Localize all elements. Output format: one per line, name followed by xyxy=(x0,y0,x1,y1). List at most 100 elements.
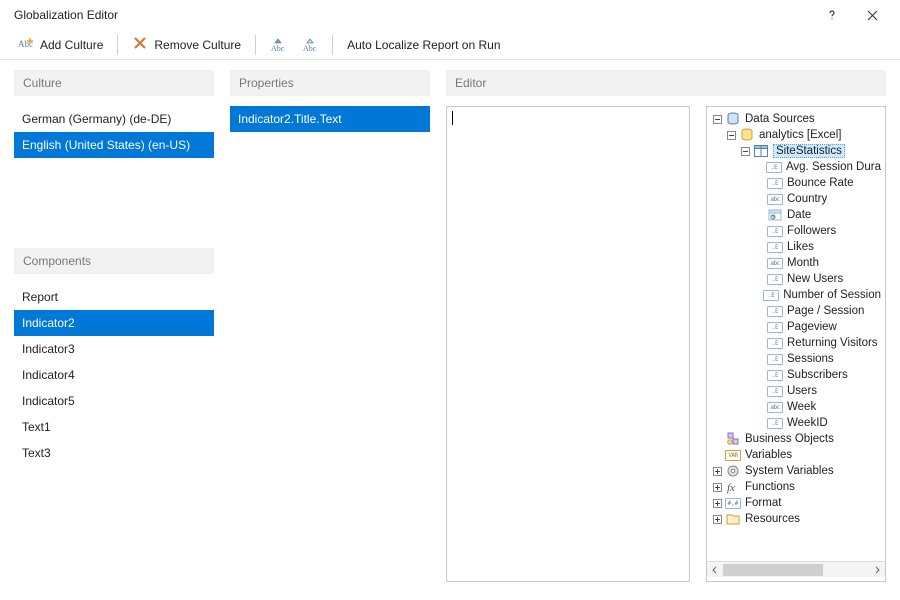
properties-header: Properties xyxy=(230,70,430,96)
localize-icon-button-2[interactable]: Abc xyxy=(294,33,326,57)
variables-icon: VAR xyxy=(725,447,741,463)
component-item[interactable]: Indicator3 xyxy=(14,336,214,362)
expand-icon xyxy=(753,385,765,397)
component-item[interactable]: Indicator5 xyxy=(14,388,214,414)
expand-icon[interactable] xyxy=(711,481,723,493)
collapse-icon[interactable] xyxy=(739,145,751,157)
toolbar-separator xyxy=(332,35,333,55)
culture-item[interactable]: German (Germany) (de-DE) xyxy=(14,106,214,132)
tree-node-label: Format xyxy=(745,497,781,509)
tree-node-label: WeekID xyxy=(787,417,828,429)
tree-node-label: Number of Session xyxy=(783,289,881,301)
remove-culture-icon xyxy=(132,35,148,54)
tree-node-label: Likes xyxy=(787,241,814,253)
expand-icon xyxy=(753,273,765,285)
components-list: ReportIndicator2Indicator3Indicator4Indi… xyxy=(14,284,214,466)
tree-node-field[interactable]: .ESessions xyxy=(707,351,885,367)
tree-node-label: Variables xyxy=(745,449,792,461)
tree-node-field[interactable]: .ESubscribers xyxy=(707,367,885,383)
culture-item[interactable]: English (United States) (en-US) xyxy=(14,132,214,158)
tree-node-label: analytics [Excel] xyxy=(759,129,841,141)
component-item[interactable]: Indicator4 xyxy=(14,362,214,388)
tree-node-label: Page / Session xyxy=(787,305,864,317)
tree-node-field[interactable]: abcMonth xyxy=(707,255,885,271)
tree-node-field[interactable]: .EPageview xyxy=(707,319,885,335)
tree-node-field[interactable]: .EPage / Session xyxy=(707,303,885,319)
window-title: Globalization Editor xyxy=(14,8,812,22)
numeric-field-icon: .E xyxy=(767,239,783,255)
collapse-icon[interactable] xyxy=(711,113,723,125)
component-item[interactable]: Report xyxy=(14,284,214,310)
numeric-field-icon: .E xyxy=(767,335,783,351)
tree-node-label: Month xyxy=(787,257,819,269)
tree-node-label: New Users xyxy=(787,273,843,285)
localize-icon-button-1[interactable]: Abc xyxy=(262,33,294,57)
horizontal-scrollbar[interactable] xyxy=(707,561,885,577)
tree-node-data-sources[interactable]: Data Sources xyxy=(707,111,885,127)
expand-icon xyxy=(753,241,765,253)
components-header: Components xyxy=(14,248,214,274)
svg-text:Abc: Abc xyxy=(271,44,285,53)
tree-node-label: Business Objects xyxy=(745,433,834,445)
tree-node-label: Followers xyxy=(787,225,836,237)
table-icon xyxy=(753,143,769,159)
expand-icon xyxy=(753,369,765,381)
culture-list: German (Germany) (de-DE)English (United … xyxy=(14,106,214,158)
expand-icon[interactable] xyxy=(711,465,723,477)
tree-node-functions[interactable]: fxFunctions xyxy=(707,479,885,495)
expand-icon xyxy=(753,305,765,317)
tree-node-label: System Variables xyxy=(745,465,834,477)
tree-node-resources[interactable]: Resources xyxy=(707,511,885,527)
tree-node-variables[interactable]: VAR Variables xyxy=(707,447,885,463)
component-item[interactable]: Text3 xyxy=(14,440,214,466)
svg-text:Abc: Abc xyxy=(303,44,317,53)
tree-node-sysvar[interactable]: System Variables xyxy=(707,463,885,479)
tree-node-datasource[interactable]: analytics [Excel] xyxy=(707,127,885,143)
close-button[interactable] xyxy=(852,0,892,30)
tree-node-field[interactable]: .ENumber of Session xyxy=(707,287,885,303)
property-item[interactable]: Indicator2.Title.Text xyxy=(230,106,430,132)
expand-icon[interactable] xyxy=(711,513,723,525)
tree-node-field[interactable]: .EReturning Visitors xyxy=(707,335,885,351)
tree-node-table[interactable]: SiteStatistics xyxy=(707,143,885,159)
collapse-icon[interactable] xyxy=(725,129,737,141)
tree-node-label: Resources xyxy=(745,513,800,525)
tree-node-field[interactable]: .E Followers xyxy=(707,223,885,239)
format-icon: #,# xyxy=(725,495,741,511)
add-culture-button[interactable]: Abc Add Culture xyxy=(10,31,111,58)
help-button[interactable] xyxy=(812,0,852,30)
component-item[interactable]: Indicator2 xyxy=(14,310,214,336)
expand-icon[interactable] xyxy=(711,497,723,509)
remove-culture-button[interactable]: Remove Culture xyxy=(124,31,249,58)
editor-textarea[interactable] xyxy=(446,106,690,582)
tree-node-label: Avg. Session Dura xyxy=(786,161,881,173)
properties-list: Indicator2.Title.Text xyxy=(230,106,430,132)
scroll-left-arrow[interactable] xyxy=(707,562,723,578)
expand-icon xyxy=(753,337,765,349)
auto-localize-button[interactable]: Auto Localize Report on Run xyxy=(339,34,508,56)
tree-node-field[interactable]: .E Likes xyxy=(707,239,885,255)
tree-node-field[interactable]: .EAvg. Session Dura xyxy=(707,159,885,175)
tree-node-format[interactable]: #,# Format xyxy=(707,495,885,511)
numeric-field-icon: .E xyxy=(767,351,783,367)
tree-node-field[interactable]: .ENew Users xyxy=(707,271,885,287)
tree-node-field[interactable]: .EBounce Rate xyxy=(707,175,885,191)
svg-text:fx: fx xyxy=(727,482,735,494)
numeric-field-icon: .E xyxy=(767,223,783,239)
tree-node-bizobj[interactable]: Business Objects xyxy=(707,431,885,447)
component-item[interactable]: Text1 xyxy=(14,414,214,440)
tree-node-field[interactable]: abcWeek xyxy=(707,399,885,415)
tree-node-label: Subscribers xyxy=(787,369,848,381)
tree-node-field[interactable]: Date xyxy=(707,207,885,223)
tree-node-field[interactable]: .EUsers xyxy=(707,383,885,399)
business-objects-icon xyxy=(725,431,741,447)
numeric-field-icon: .E xyxy=(767,319,783,335)
database-icon xyxy=(725,111,741,127)
expand-icon xyxy=(753,209,765,221)
tree-node-field[interactable]: abcCountry xyxy=(707,191,885,207)
editor-header: Editor xyxy=(446,70,886,96)
tree-node-field[interactable]: .EWeekID xyxy=(707,415,885,431)
scrollbar-thumb[interactable] xyxy=(723,564,823,576)
expand-icon xyxy=(753,321,765,333)
scroll-right-arrow[interactable] xyxy=(869,562,885,578)
